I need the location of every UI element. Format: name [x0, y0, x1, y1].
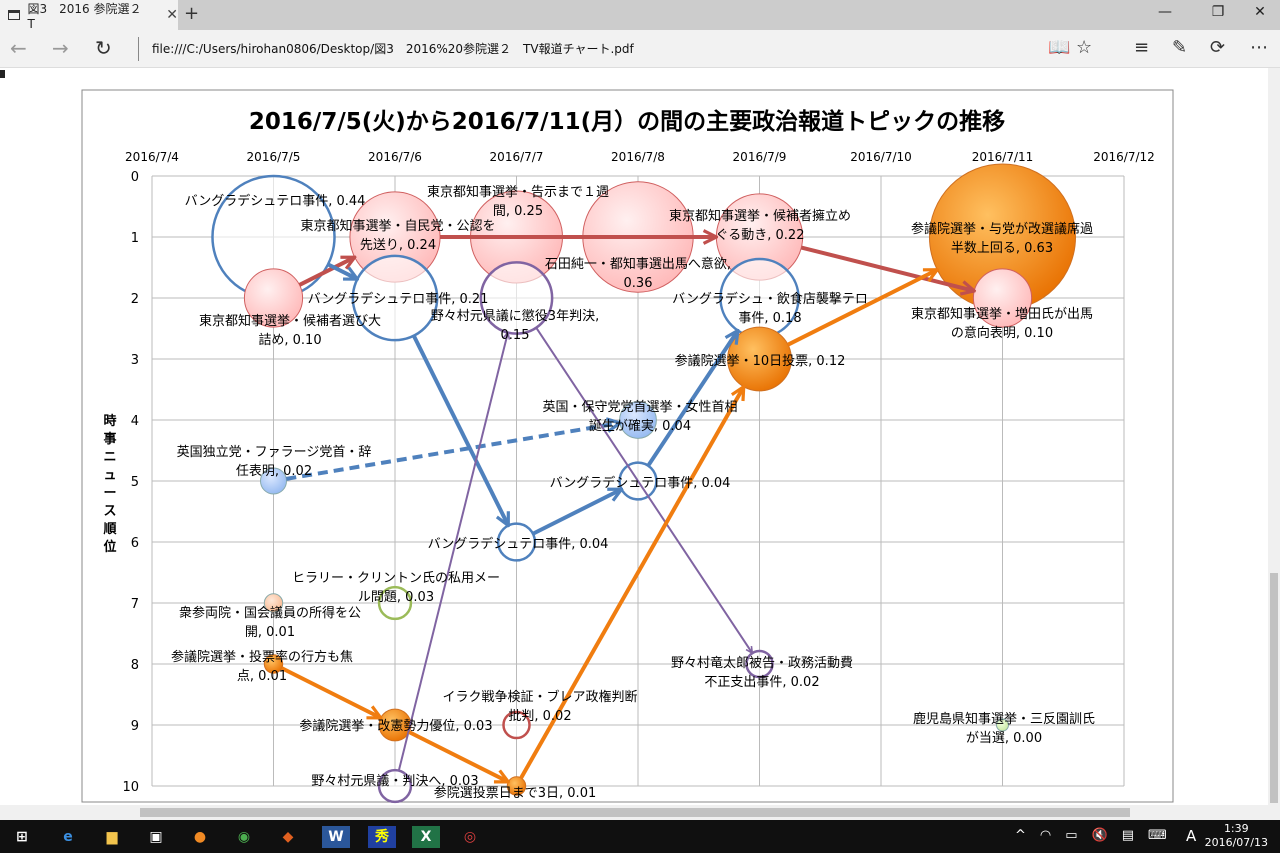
firefox-icon[interactable]: ●	[186, 826, 214, 848]
excel-icon[interactable]: X	[412, 826, 440, 848]
app-icon[interactable]: ◎	[456, 826, 484, 848]
y-tick-label: 9	[131, 719, 139, 734]
tab-icon	[8, 10, 20, 20]
bubble-chart: 2016/7/5(火)から2016/7/11(月）の間の主要政治報道トピックの推…	[81, 89, 1174, 804]
x-tick-label: 2016/7/5	[247, 150, 301, 164]
more-icon[interactable]: ⋯	[1250, 37, 1268, 58]
share-icon[interactable]: ⟳	[1210, 37, 1225, 58]
x-tick-label: 2016/7/10	[850, 150, 912, 164]
date: 2016/07/13	[1204, 836, 1268, 849]
divider	[138, 37, 139, 61]
clock[interactable]: 1:39 2016/07/13	[1205, 822, 1268, 850]
data-label: バングラデシュテロ事件, 0.21	[308, 291, 489, 307]
app-icon[interactable]: ◆	[274, 826, 302, 848]
x-tick-label: 2016/7/12	[1093, 150, 1155, 164]
x-tick-label: 2016/7/8	[611, 150, 665, 164]
maximize-icon[interactable]: ❐	[1203, 4, 1233, 20]
data-label: 参院選投票日まで3日, 0.01	[434, 785, 596, 801]
address-bar: ← → ↻ file:///C:/Users/hirohan0806/Deskt…	[0, 30, 1280, 68]
word-icon[interactable]: W	[322, 826, 350, 848]
y-tick-label: 8	[131, 658, 139, 673]
tab-title: 図3 2016 参院選２ T	[27, 1, 154, 31]
chrome-icon[interactable]: ◉	[230, 826, 258, 848]
chart-title: 2016/7/5(火)から2016/7/11(月）の間の主要政治報道トピックの推…	[249, 108, 1005, 135]
scroll-thumb[interactable]	[140, 808, 1130, 817]
y-tick-label: 3	[131, 353, 139, 368]
reading-view-icon[interactable]: 📖	[1048, 37, 1070, 58]
scroll-thumb[interactable]	[1270, 573, 1278, 803]
x-tick-label: 2016/7/6	[368, 150, 422, 164]
ime-indicator[interactable]: A	[1186, 827, 1196, 845]
new-tab-icon[interactable]: +	[184, 3, 199, 24]
data-label: バングラデシュテロ事件, 0.04	[550, 475, 731, 491]
page-marker	[0, 70, 5, 78]
vertical-scrollbar[interactable]	[1268, 68, 1280, 820]
y-tick-label: 0	[131, 170, 139, 185]
taskbar: ⊞ e ▆ ▣ ● ◉ ◆ W 秀 X ◎ ^◠▭🔇▤⌨ A 1:39 2016/…	[0, 820, 1280, 853]
data-label: 参議院選挙・10日投票, 0.12	[675, 353, 846, 369]
tab-bar: 図3 2016 参院選２ T ✕ + — ❐ ✕	[0, 0, 1280, 31]
back-icon[interactable]: ←	[10, 36, 27, 60]
x-tick-label: 2016/7/7	[490, 150, 544, 164]
url-field[interactable]: file:///C:/Users/hirohan0806/Desktop/図3 …	[152, 40, 634, 57]
data-label: バングラデシュテロ事件, 0.44	[185, 193, 366, 209]
data-label: 参議院選挙・改憲勢力優位, 0.03	[299, 718, 492, 734]
file-explorer-icon[interactable]: ▆	[98, 826, 126, 848]
start-icon[interactable]: ⊞	[8, 826, 36, 848]
app-icon[interactable]: 秀	[368, 826, 396, 848]
x-tick-label: 2016/7/11	[972, 150, 1034, 164]
y-tick-label: 4	[131, 414, 139, 429]
y-tick-label: 7	[131, 597, 139, 612]
system-tray-icons[interactable]: ^◠▭🔇▤⌨	[1015, 828, 1181, 843]
close-icon[interactable]: ✕	[166, 7, 178, 23]
y-tick-label: 10	[122, 780, 139, 795]
x-tick-label: 2016/7/4	[125, 150, 179, 164]
horizontal-scrollbar[interactable]	[0, 805, 1268, 820]
close-window-icon[interactable]: ✕	[1245, 4, 1275, 20]
refresh-icon[interactable]: ↻	[95, 36, 112, 60]
forward-icon[interactable]: →	[52, 36, 69, 60]
time: 1:39	[1223, 822, 1249, 835]
y-tick-label: 6	[131, 536, 139, 551]
pdf-viewer: 2016/7/5(火)から2016/7/11(月）の間の主要政治報道トピックの推…	[0, 68, 1268, 805]
y-tick-label: 5	[131, 475, 139, 490]
y-tick-label: 1	[131, 231, 139, 246]
web-note-icon[interactable]: ✎	[1172, 37, 1187, 58]
edge-icon[interactable]: e	[54, 826, 82, 848]
store-icon[interactable]: ▣	[142, 826, 170, 848]
x-tick-label: 2016/7/9	[733, 150, 787, 164]
hub-icon[interactable]: ≡	[1134, 37, 1149, 58]
minimize-icon[interactable]: —	[1150, 4, 1180, 20]
browser-tab[interactable]: 図3 2016 参院選２ T ✕	[0, 0, 178, 31]
data-label: バングラデシュテロ事件, 0.04	[428, 536, 609, 552]
y-tick-label: 2	[131, 292, 139, 307]
favorite-star-icon[interactable]: ☆	[1076, 37, 1092, 58]
